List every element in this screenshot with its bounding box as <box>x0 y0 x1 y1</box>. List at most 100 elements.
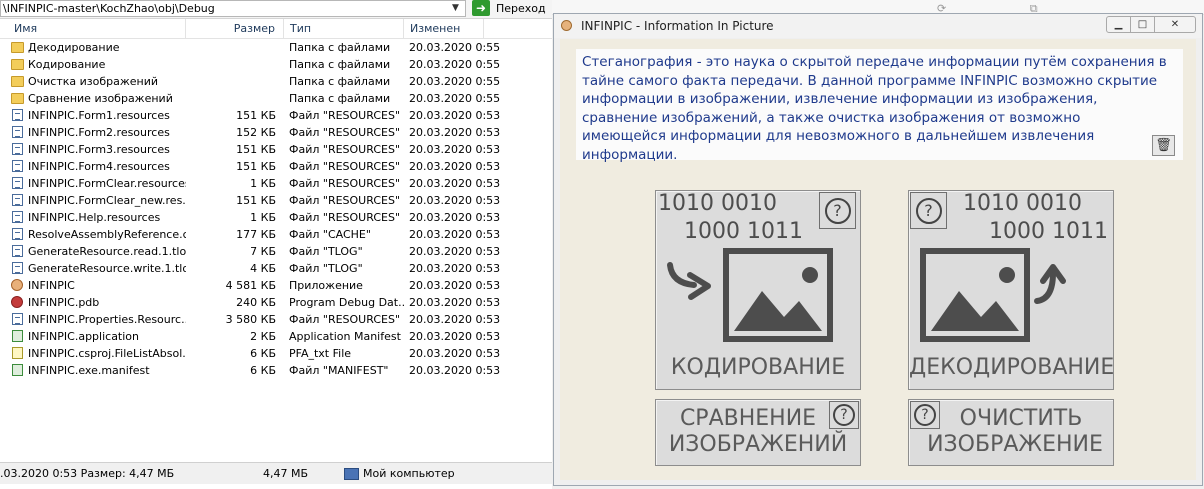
file-name: INFINPIC.FormClear_new.res... <box>28 194 186 207</box>
help-icon: ? <box>833 404 855 426</box>
document-icon <box>12 109 23 121</box>
file-date: 20.03.2020 0:53 <box>409 194 501 207</box>
file-type: Папка с файлами <box>289 75 391 88</box>
column-name[interactable]: Имя <box>0 19 186 38</box>
file-date: 20.03.2020 0:53 <box>409 177 501 190</box>
file-size: 6 КБ <box>250 347 276 360</box>
clear-image-button[interactable]: ? ОЧИСТИТЬ ИЗОБРАЖЕНИЕ <box>908 399 1114 466</box>
file-type: Файл "RESOURCES" <box>289 194 400 207</box>
file-date: 20.03.2020 0:53 <box>409 347 501 360</box>
file-name: INFINPIC <box>28 279 75 292</box>
file-size: 151 КБ <box>236 160 276 173</box>
compare-line2: ИЗОБРАЖЕНИЙ <box>668 432 848 457</box>
chevron-down-icon[interactable]: ▼ <box>452 3 459 13</box>
decode-button[interactable]: ? 1010 0010 1000 1011 ДЕКОДИРОВАНИЕ <box>908 190 1114 390</box>
column-type[interactable]: Тип <box>284 19 404 38</box>
file-row[interactable]: GenerateResource.write.1.tlog 4 КБ Файл "T… <box>0 260 552 277</box>
file-size: 177 КБ <box>236 228 276 241</box>
file-type: Файл "RESOURCES" <box>289 126 400 139</box>
minimize-button[interactable]: ▁ <box>1106 16 1131 33</box>
file-name: INFINPIC.Form2.resources <box>28 126 170 139</box>
file-row[interactable]: INFINPIC.Form4.resources 151 КБ Файл "RESO… <box>0 158 552 175</box>
file-row[interactable]: INFINPIC.Form2.resources 152 КБ Файл "RESO… <box>0 124 552 141</box>
file-row[interactable]: INFINPIC.FormClear_new.res... 151 КБ Файл … <box>0 192 552 209</box>
encode-label: КОДИРОВАНИЕ <box>670 355 846 380</box>
file-size: 2 КБ <box>250 330 276 343</box>
file-date: 20.03.2020 0:53 <box>409 279 501 292</box>
file-type: Приложение <box>289 279 363 292</box>
file-date: 20.03.2020 0:53 <box>409 228 501 241</box>
column-size[interactable]: Размер <box>186 19 284 38</box>
file-name: Сравнение изображений <box>28 92 173 105</box>
go-button[interactable]: ➜ Переход <box>472 0 552 17</box>
encode-button[interactable]: 1010 0010 1000 1011 ? КОДИРОВАНИЕ <box>655 190 861 390</box>
app-area: ⟳ ⧉ INFINPIC - Information In Picture ▁ … <box>552 0 1204 489</box>
file-name: INFINPIC.FormClear.resources <box>28 177 186 190</box>
document-icon <box>12 245 23 257</box>
file-name: Кодирование <box>28 58 106 71</box>
file-type: Папка с файлами <box>289 58 391 71</box>
folder-icon <box>11 93 24 104</box>
file-type: Файл "RESOURCES" <box>289 143 400 156</box>
address-input[interactable]: \INFINPIC-master\KochZhao\obj\Debug <box>0 0 466 17</box>
file-type: Файл "RESOURCES" <box>289 109 400 122</box>
status-computer: Мой компьютер <box>344 463 455 485</box>
clear-line2: ИЗОБРАЖЕНИЕ <box>927 432 1103 457</box>
file-date: 20.03.2020 0:55 <box>409 92 501 105</box>
file-date: 20.03.2020 0:53 <box>409 126 501 139</box>
file-type: Application Manifest <box>289 330 401 343</box>
close-button[interactable]: ✕ <box>1154 16 1196 33</box>
file-row[interactable]: INFINPIC.Properties.Resourc... 3 580 КБ Фа… <box>0 311 552 328</box>
file-row[interactable]: INFINPIC 4 581 КБ Приложение 20.03.2020 0:5… <box>0 277 552 294</box>
file-row[interactable]: Декодирование Папка с файлами 20.03.2020 0… <box>0 39 552 56</box>
folder-icon <box>11 76 24 87</box>
file-type: Папка с файлами <box>289 92 391 105</box>
encode-bits-line2: 1000 1011 <box>684 219 803 244</box>
file-type: Файл "CACHE" <box>289 228 371 241</box>
file-size: 4 581 КБ <box>225 279 276 292</box>
title-bar[interactable]: INFINPIC - Information In Picture ▁ □ ✕ <box>554 14 1202 38</box>
file-type: PFA_txt File <box>289 347 352 360</box>
file-type: Папка с файлами <box>289 41 391 54</box>
file-date: 20.03.2020 0:55 <box>409 58 501 71</box>
manifest-icon <box>12 330 23 342</box>
file-row[interactable]: INFINPIC.csproj.FileListAbsol... 6 КБ PFA_… <box>0 345 552 362</box>
file-type: Файл "RESOURCES" <box>289 177 400 190</box>
window-title: INFINPIC - Information In Picture <box>581 19 774 33</box>
file-list: Декодирование Папка с файлами 20.03.2020 0… <box>0 39 552 379</box>
file-row[interactable]: INFINPIC.Form1.resources 151 КБ Файл "RESO… <box>0 107 552 124</box>
file-row[interactable]: INFINPIC.pdb 240 КБ Program Debug Dat... 20… <box>0 294 552 311</box>
maximize-button[interactable]: □ <box>1130 16 1155 33</box>
app-icon <box>11 279 23 291</box>
picture-icon <box>920 248 1066 342</box>
file-type: Файл "RESOURCES" <box>289 313 400 326</box>
encode-help-icon[interactable]: ? <box>819 192 856 229</box>
file-row[interactable]: GenerateResource.read.1.tlog 7 КБ Файл "TL… <box>0 243 552 260</box>
file-row[interactable]: Сравнение изображений Папка с файлами 20.0… <box>0 90 552 107</box>
column-modified[interactable]: Изменен <box>404 19 484 38</box>
file-row[interactable]: INFINPIC.FormClear.resources 1 КБ Файл "RE… <box>0 175 552 192</box>
file-row[interactable]: Очистка изображений Папка с файлами 20.03.… <box>0 73 552 90</box>
file-row[interactable]: Кодирование Папка с файлами 20.03.2020 0:5… <box>0 56 552 73</box>
file-row[interactable]: ResolveAssemblyReference.c... 177 КБ Файл … <box>0 226 552 243</box>
file-size: 1 КБ <box>250 177 276 190</box>
trash-icon[interactable]: 🗑 <box>1152 135 1175 156</box>
pdb-icon <box>11 296 23 308</box>
file-row[interactable]: INFINPIC.application 2 КБ Application Mani… <box>0 328 552 345</box>
file-row[interactable]: INFINPIC.Help.resources 1 КБ Файл "RESOURC… <box>0 209 552 226</box>
status-details: .03.2020 0:53 Размер: 4,47 МБ <box>0 467 175 480</box>
picture-icon <box>667 248 833 342</box>
file-name: INFINPIC.Properties.Resourc... <box>28 313 186 326</box>
compare-images-button[interactable]: СРАВНЕНИЕ ИЗОБРАЖЕНИЙ ? <box>655 399 861 466</box>
file-size: 1 КБ <box>250 211 276 224</box>
file-date: 20.03.2020 0:53 <box>409 160 501 173</box>
file-row[interactable]: INFINPIC.Form3.resources 151 КБ Файл "RESO… <box>0 141 552 158</box>
file-date: 20.03.2020 0:55 <box>409 41 501 54</box>
file-date: 20.03.2020 0:53 <box>409 211 501 224</box>
file-name: INFINPIC.Help.resources <box>28 211 161 224</box>
file-row[interactable]: INFINPIC.exe.manifest 6 КБ Файл "MANIFEST"… <box>0 362 552 379</box>
decode-bits-line1: 1010 0010 <box>963 191 1082 216</box>
compare-help-icon[interactable]: ? <box>829 401 859 429</box>
decode-help-icon[interactable]: ? <box>910 192 947 229</box>
decode-label: ДЕКОДИРОВАНИЕ <box>909 355 1115 380</box>
